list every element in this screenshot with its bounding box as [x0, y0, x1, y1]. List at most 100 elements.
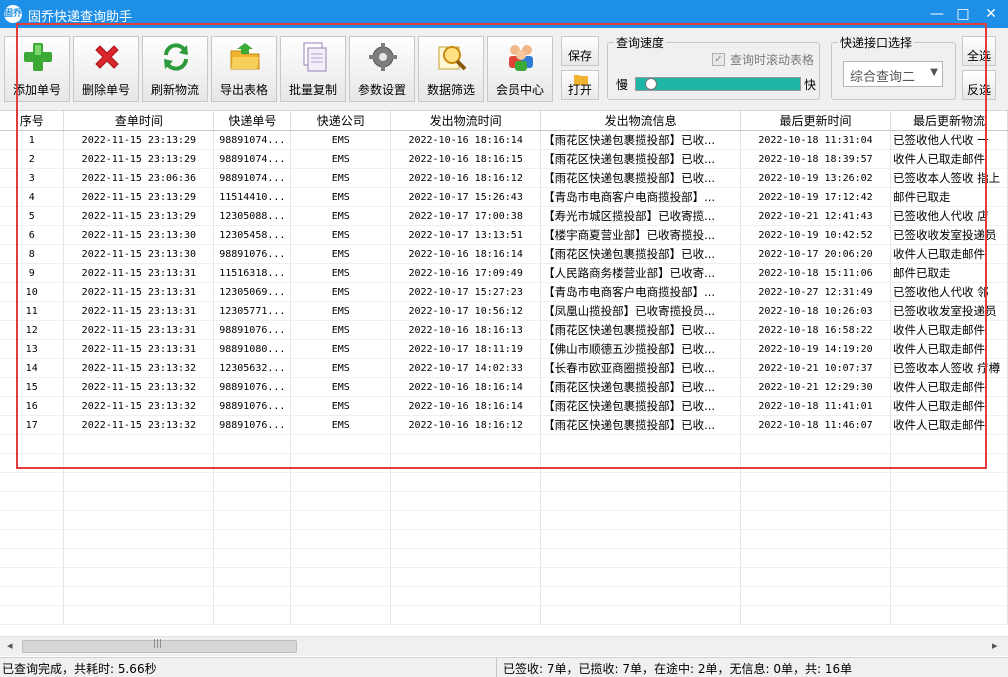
export-table-label: 导出表格	[219, 83, 268, 97]
empty-cell	[290, 472, 392, 492]
scroll-left-arrow-icon[interactable]: ◂	[7, 639, 13, 652]
table-row[interactable]: 6 2022-11-15 23:13:30 12305458... EMS 2022-1…	[0, 225, 1008, 245]
table-row[interactable]: 17 2022-11-15 23:13:32 98891076... EMS 2022-…	[0, 415, 1008, 435]
export-folder-icon	[230, 43, 260, 70]
table-row[interactable]: 9 2022-11-15 23:13:31 11516318... EMS 2022-1…	[0, 263, 1008, 283]
table-cell: 8	[0, 244, 65, 264]
table-row[interactable]: 16 2022-11-15 23:13:32 98891076... EMS 2022-…	[0, 396, 1008, 416]
refresh-logistics-button[interactable]: 刷新物流	[142, 36, 208, 102]
column-header[interactable]: 发出物流信息	[540, 111, 742, 131]
table-cell: EMS	[290, 225, 392, 245]
empty-cell	[540, 510, 742, 530]
table-cell: 【楼宇商夏营业部】已收寄揽投...	[540, 225, 742, 245]
table-row[interactable]: 8 2022-11-15 23:13:30 98891076... EMS 2022-1…	[0, 244, 1008, 264]
table-row[interactable]: 12 2022-11-15 23:13:31 98891076... EMS 2022-…	[0, 320, 1008, 340]
table-row[interactable]: 11 2022-11-15 23:13:31 12305771... EMS 2022-…	[0, 301, 1008, 321]
table-cell: 2022-10-18 16:58:22	[740, 320, 891, 340]
empty-cell	[740, 491, 891, 511]
empty-row	[0, 472, 1008, 492]
scroll-right-arrow-icon[interactable]: ▸	[992, 639, 998, 652]
data-filter-button[interactable]: 数据筛选	[418, 36, 484, 102]
export-table-button[interactable]: 导出表格	[211, 36, 277, 102]
horizontal-scrollbar[interactable]: ◂ ||| ▸	[0, 636, 1008, 656]
table-cell: EMS	[290, 282, 392, 302]
table-cell: 2022-11-15 23:06:36	[63, 168, 215, 188]
table-cell: 2022-10-17 14:02:33	[390, 358, 542, 378]
table-cell: 11516318...	[213, 263, 292, 283]
maximize-button[interactable]: □	[952, 4, 974, 24]
magnifier-icon	[438, 46, 467, 71]
empty-cell	[290, 586, 392, 606]
table-cell: 2022-10-18 11:46:07	[740, 415, 891, 435]
scroll-table-checkbox[interactable]: ✓	[712, 53, 725, 66]
table-cell: 5	[0, 206, 65, 226]
column-header[interactable]: 最后更新时间	[740, 111, 891, 131]
table-cell: 2022-10-19 10:42:52	[740, 225, 891, 245]
empty-cell	[290, 605, 392, 625]
empty-cell	[740, 529, 891, 549]
save-button[interactable]: 保存	[561, 36, 599, 66]
batch-copy-button[interactable]: 批量复制	[280, 36, 346, 102]
column-header[interactable]: 查单时间	[63, 111, 215, 131]
table-cell: 2022-10-17 15:26:43	[390, 187, 542, 207]
select-all-button[interactable]: 全选	[962, 36, 996, 66]
member-center-label: 会员中心	[495, 83, 544, 97]
table-cell: 6	[0, 225, 65, 245]
empty-cell	[890, 605, 1008, 625]
table-cell: 12305088...	[213, 206, 292, 226]
empty-cell	[290, 548, 392, 568]
table-cell: 2022-11-15 23:13:32	[63, 377, 215, 397]
add-tracking-button[interactable]: 添加单号	[4, 36, 70, 102]
table-cell: 2022-11-15 23:13:32	[63, 415, 215, 435]
table-cell: 已签收他人代收 一	[890, 130, 1008, 150]
empty-cell	[0, 453, 65, 473]
tracking-table[interactable]: 序号 查单时间 快递单号 快递公司 发出物流时间 发出物流信息 最后更新时间 最后更新物流 1…	[0, 111, 1008, 636]
speed-slider-thumb[interactable]	[644, 78, 657, 90]
table-cell: EMS	[290, 320, 392, 340]
table-row[interactable]: 10 2022-11-15 23:13:31 12305069... EMS 2022-…	[0, 282, 1008, 302]
empty-cell	[63, 586, 215, 606]
table-cell: EMS	[290, 168, 392, 188]
table-cell: 已签收本人签收 指上	[890, 168, 1008, 188]
speed-slider[interactable]	[635, 77, 801, 91]
empty-cell	[213, 491, 292, 511]
member-center-button[interactable]: 会员中心	[487, 36, 553, 102]
empty-cell	[213, 510, 292, 530]
empty-cell	[890, 491, 1008, 511]
column-header[interactable]: 最后更新物流	[890, 111, 1008, 131]
table-cell: 2022-11-15 23:13:31	[63, 320, 215, 340]
empty-cell	[890, 453, 1008, 473]
empty-cell	[63, 491, 215, 511]
table-row[interactable]: 14 2022-11-15 23:13:32 12305632... EMS 2022-…	[0, 358, 1008, 378]
table-cell: 已签收他人代收 店	[890, 206, 1008, 226]
table-row[interactable]: 1 2022-11-15 23:13:29 98891074... EMS 2022-1…	[0, 130, 1008, 150]
table-cell: 12	[0, 320, 65, 340]
column-header[interactable]: 发出物流时间	[390, 111, 542, 131]
column-header[interactable]: 序号	[0, 111, 65, 131]
settings-button[interactable]: 参数设置	[349, 36, 415, 102]
interface-dropdown[interactable]: 综合查询二 ▼	[843, 61, 943, 87]
table-row[interactable]: 4 2022-11-15 23:13:29 11514410... EMS 2022-1…	[0, 187, 1008, 207]
table-cell: EMS	[290, 339, 392, 359]
close-button[interactable]: ✕	[980, 4, 1002, 24]
minimize-button[interactable]: —	[926, 4, 948, 24]
scrollbar-thumb[interactable]: |||	[22, 639, 297, 653]
table-cell: 15	[0, 377, 65, 397]
table-row[interactable]: 3 2022-11-15 23:06:36 98891074... EMS 2022-1…	[0, 168, 1008, 188]
table-row[interactable]: 2 2022-11-15 23:13:29 98891074... EMS 2022-1…	[0, 149, 1008, 169]
table-row[interactable]: 13 2022-11-15 23:13:31 98891080... EMS 2022-…	[0, 339, 1008, 359]
window-title: 固乔快递查询助手	[28, 10, 133, 25]
open-button[interactable]: 打开	[561, 70, 599, 100]
empty-cell	[290, 434, 392, 454]
empty-cell	[390, 491, 542, 511]
invert-selection-button[interactable]: 反选	[962, 70, 996, 100]
table-cell: EMS	[290, 206, 392, 226]
column-header[interactable]: 快递单号	[213, 111, 292, 131]
empty-cell	[213, 605, 292, 625]
table-row[interactable]: 5 2022-11-15 23:13:29 12305088... EMS 2022-1…	[0, 206, 1008, 226]
table-row[interactable]: 15 2022-11-15 23:13:32 98891076... EMS 2022-…	[0, 377, 1008, 397]
column-header[interactable]: 快递公司	[290, 111, 392, 131]
delete-tracking-button[interactable]: 删除单号	[73, 36, 139, 102]
table-cell: 2022-10-19 17:12:42	[740, 187, 891, 207]
table-cell: 12305069...	[213, 282, 292, 302]
